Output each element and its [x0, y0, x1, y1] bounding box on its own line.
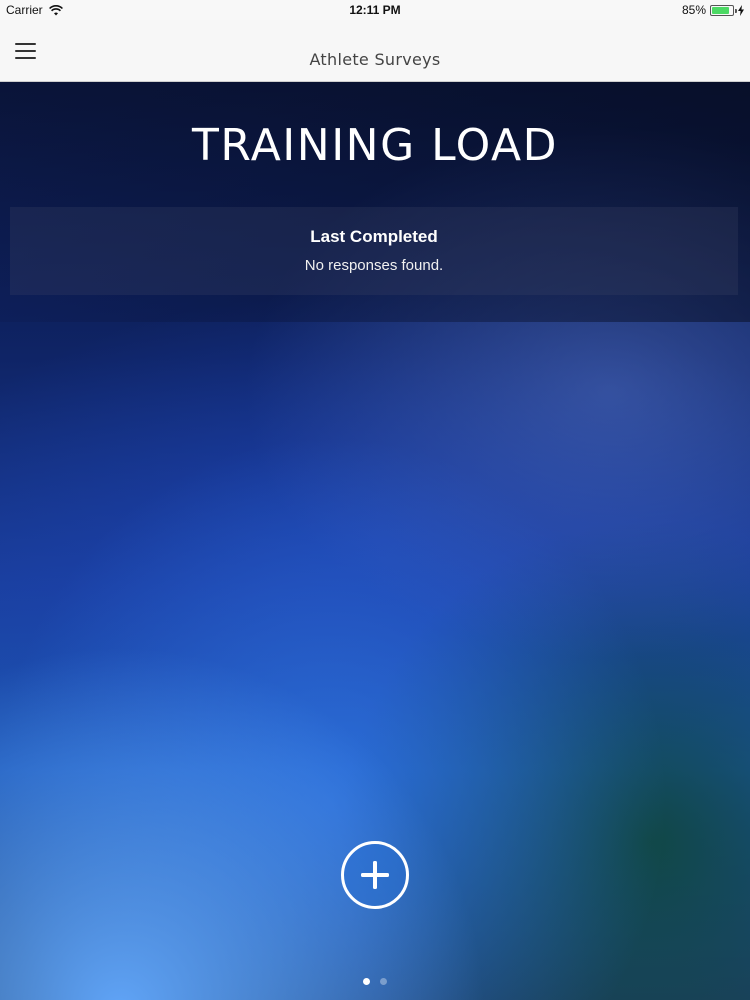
battery-icon: [710, 4, 737, 16]
last-completed-panel: Last Completed No responses found.: [10, 207, 738, 295]
status-bar: Carrier 12:11 PM 85%: [0, 0, 750, 20]
nav-title: Athlete Surveys: [309, 50, 441, 69]
status-time: 12:11 PM: [349, 3, 401, 17]
bolt-icon: [738, 4, 744, 16]
last-completed-message: No responses found.: [304, 257, 444, 274]
battery-nub: [735, 8, 737, 13]
page-dot[interactable]: [363, 978, 370, 985]
nav-bar: Athlete Surveys: [0, 20, 750, 82]
plus-icon: [361, 861, 389, 889]
page-indicator[interactable]: [0, 978, 750, 985]
battery-fill: [712, 6, 729, 14]
status-right: 85%: [682, 3, 744, 17]
page-dot[interactable]: [380, 978, 387, 985]
page-title: TRAINING LOAD: [192, 120, 558, 171]
last-completed-heading: Last Completed: [310, 227, 438, 246]
add-survey-button[interactable]: [341, 841, 409, 909]
battery-percent: 85%: [681, 3, 706, 17]
